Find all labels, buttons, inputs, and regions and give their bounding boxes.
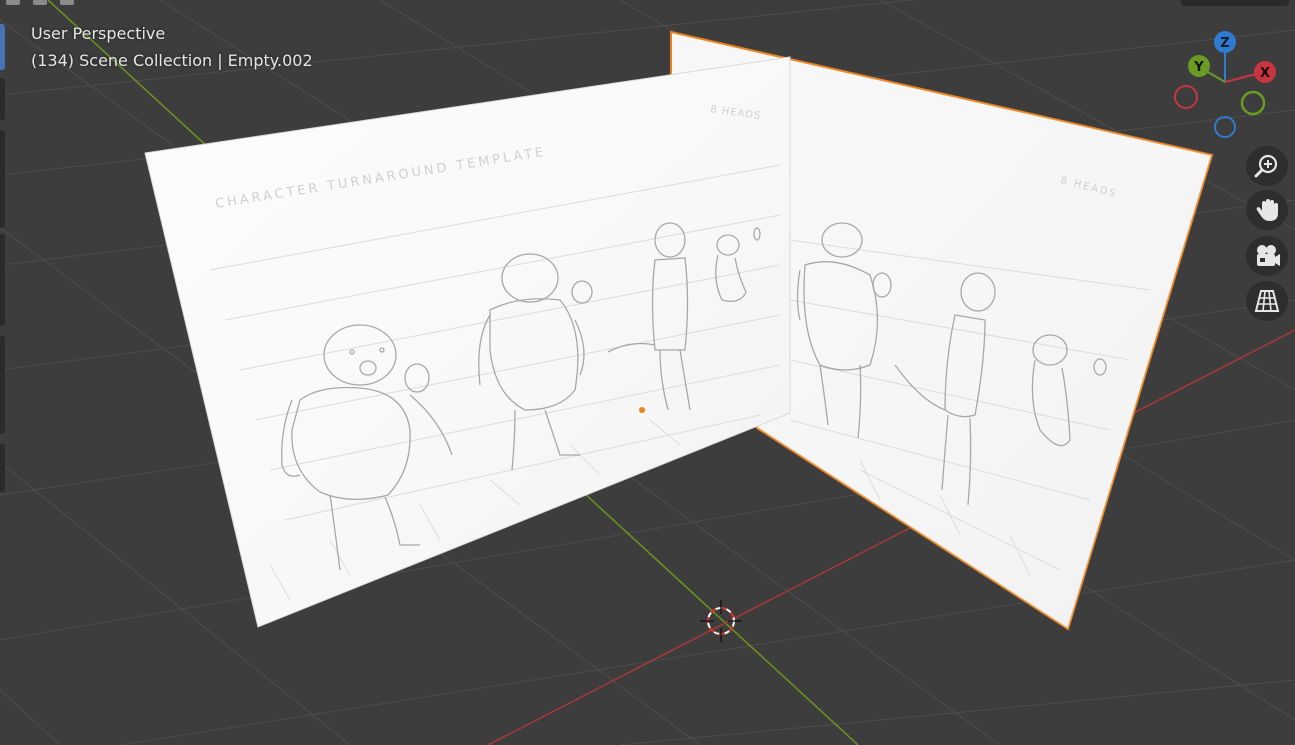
header-icon[interactable] (6, 0, 20, 5)
toolbar-tab-active[interactable] (0, 24, 5, 70)
hand-icon (1256, 199, 1278, 221)
pan-button[interactable] (1246, 190, 1288, 230)
header-icon[interactable] (60, 0, 74, 5)
toolbar-tab[interactable] (0, 130, 5, 228)
ortho-toggle-button[interactable] (1246, 281, 1288, 321)
view-mode-label: User Perspective (31, 24, 166, 43)
gizmo-z-axis[interactable]: Z (1214, 31, 1236, 53)
active-object-label: (134) Scene Collection | Empty.002 (31, 51, 313, 70)
zoom-button[interactable] (1246, 146, 1288, 186)
svg-text:Z: Z (1220, 36, 1229, 51)
object-origin-point[interactable] (639, 407, 645, 413)
scene-canvas[interactable]: CHARACTER TURNAROUND TEMPLATE 8 HEADS 8 … (0, 0, 1295, 745)
toolbar-strip (0, 0, 7, 745)
navigation-gizmo[interactable]: Z Y X (1168, 28, 1288, 143)
front-reference-plane[interactable] (144, 56, 791, 628)
svg-text:X: X (1260, 66, 1270, 81)
header-right-stub[interactable] (1181, 0, 1289, 6)
zoom-in-icon (1254, 154, 1278, 178)
grid-icon (1254, 290, 1280, 312)
toolbar-tab[interactable] (0, 444, 5, 492)
svg-text:Y: Y (1193, 60, 1204, 75)
header-toolbar-stub (0, 0, 85, 6)
camera-view-button[interactable] (1246, 236, 1288, 276)
gizmo-x-axis[interactable]: X (1254, 61, 1276, 83)
header-icon[interactable] (33, 0, 47, 5)
camera-icon (1257, 245, 1280, 266)
gizmo-y-axis[interactable]: Y (1188, 55, 1210, 77)
3d-viewport[interactable]: CHARACTER TURNAROUND TEMPLATE 8 HEADS 8 … (0, 0, 1295, 745)
toolbar-tab[interactable] (0, 336, 5, 434)
toolbar-tab[interactable] (0, 78, 5, 120)
toolbar-tab[interactable] (0, 234, 5, 326)
